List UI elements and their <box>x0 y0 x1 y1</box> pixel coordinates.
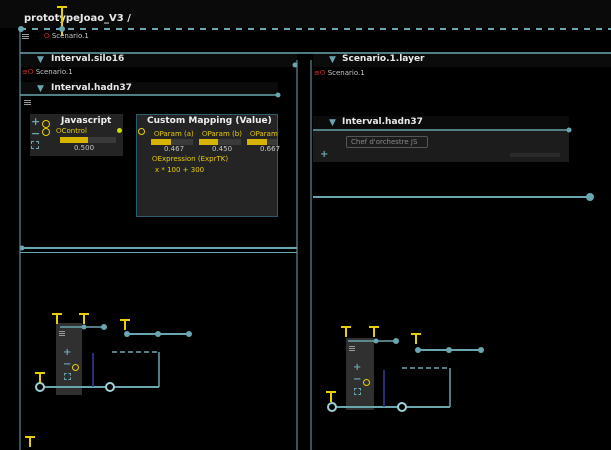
timeline-graph <box>18 26 611 450</box>
